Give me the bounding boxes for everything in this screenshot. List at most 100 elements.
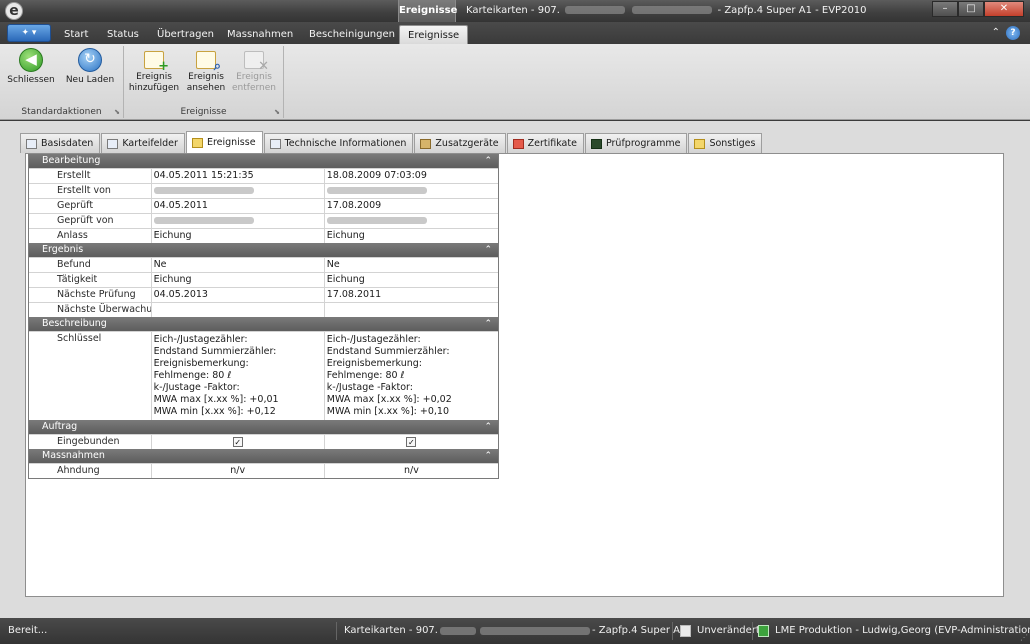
property-value[interactable] [325,184,498,198]
property-value[interactable]: 17.08.2011 [325,288,498,302]
collapse-chevron-icon[interactable]: ⌃ [484,317,492,331]
property-name: Erstellt von [29,184,152,198]
property-value[interactable]: Eichung [325,273,498,287]
ribbon-tab--bertragen[interactable]: Übertragen [149,25,222,44]
button-label: Neu Laden [65,75,115,85]
category-header[interactable]: Massnahmen ⌃ [29,449,498,463]
collapse-chevron-icon[interactable]: ⌃ [484,420,492,434]
redacted-text [326,187,427,194]
category-header[interactable]: Bearbeitung ⌃ [29,154,498,168]
value-line: k-/Justage -Faktor: [153,382,240,393]
property-value[interactable]: Ne [325,258,498,272]
property-name: Nächste Prüfung [29,288,152,302]
tab-zertifikate[interactable]: Zertifikate [506,133,584,153]
group-launcher-icon[interactable]: ⬊ [274,108,280,116]
tab-technische-informationen[interactable]: Technische Informationen [263,133,414,153]
property-value[interactable]: 04.05.2011 15:21:35 [152,169,325,183]
property-value[interactable]: 18.08.2009 07:03:09 [325,169,498,183]
add-event-button[interactable]: + Ereignis hinzufügen [128,48,180,94]
reload-icon: ↻ [78,48,102,72]
ribbon-group-ereignisse: + Ereignis hinzufügen ⌕ Ereignis ansehen… [124,46,284,118]
value-line: MWA max [x.xx %]: +0,01 [153,394,279,405]
tab-sonstiges[interactable]: Sonstiges [688,133,763,153]
category-header[interactable]: Auftrag ⌃ [29,420,498,434]
close-button[interactable]: ✕ [984,1,1024,17]
help-icon[interactable]: ? [1006,26,1020,40]
property-name: Ahndung [29,464,152,478]
collapse-chevron-icon[interactable]: ⌃ [484,154,492,168]
property-value[interactable]: ✓ [325,435,498,449]
status-state: Unverändert [680,618,760,644]
status-record-prefix: Karteikarten - 907. [344,625,438,636]
collapse-chevron-icon[interactable]: ⌃ [484,243,492,257]
value-line: MWA min [x.xx %]: +0,12 [153,406,276,417]
property-value[interactable] [325,214,498,228]
property-name: Tätigkeit [29,273,152,287]
redacted-text [153,217,254,224]
redacted-text [565,6,626,14]
remove-event-button[interactable]: ✕ Ereignis entfernen [230,48,278,94]
tab-label: Technische Informationen [284,138,407,149]
tab-basisdaten[interactable]: Basisdaten [20,133,101,153]
property-row: Tätigkeit Eichung Eichung [29,272,498,287]
window-controls: – □ ✕ [932,1,1024,17]
window-title-prefix: Karteikarten - 907. [466,5,560,16]
checkbox[interactable]: ✓ [232,436,243,447]
property-value[interactable]: 04.05.2013 [152,288,325,302]
property-value[interactable]: 04.05.2011 [152,199,325,213]
property-value[interactable] [152,303,325,317]
ribbon-tab-bescheinigungen[interactable]: Bescheinigungen [301,25,403,44]
group-launcher-icon[interactable]: ⬊ [114,108,120,116]
category-header[interactable]: Beschreibung ⌃ [29,317,498,331]
tab-zusatzgeräte[interactable]: Zusatzgeräte [414,133,506,153]
value-line: Fehlmenge: 80 ℓ [153,370,232,381]
remove-event-icon: ✕ [244,51,269,73]
property-value[interactable]: Eichung [152,273,325,287]
property-value[interactable]: Eich-/Justagezähler: Endstand Summierzähl… [152,332,325,420]
button-label: Schliessen [7,75,55,85]
property-value[interactable]: ✓ [152,435,325,449]
category-label: Beschreibung [42,318,107,329]
app-menu-button[interactable]: ✦ ▾ [7,24,51,42]
property-value[interactable] [152,184,325,198]
ribbon-tab-start[interactable]: Start [56,25,96,44]
tab-ereignisse[interactable]: Ereignisse [185,131,263,153]
close-card-button[interactable]: ◀ Schliessen [6,48,56,86]
property-row: Nächste Überwachung [29,302,498,317]
reload-button[interactable]: ↻ Neu Laden [62,48,118,86]
property-value[interactable]: n/v [152,464,325,478]
collapse-chevron-icon[interactable]: ⌃ [484,449,492,463]
resize-grip-icon[interactable]: ⋰ [1020,633,1028,642]
ribbon-tab-massnahmen[interactable]: Massnahmen [219,25,301,44]
ribbon-minimize-icon[interactable]: ⌃ [992,27,1000,38]
event-property-grid: Bearbeitung ⌃ Erstellt 04.05.2011 15:21:35 1… [28,154,499,479]
ribbon-tab-status[interactable]: Status [99,25,147,44]
property-value[interactable]: Eichung [325,229,498,243]
status-record: Karteikarten - 907. - Zapfp.4 Super A1 [344,618,686,644]
property-value[interactable]: Eichung [152,229,325,243]
property-value[interactable]: Ne [152,258,325,272]
ribbon-tab-ereignisse[interactable]: Ereignisse [399,25,469,44]
property-value[interactable]: 17.08.2009 [325,199,498,213]
checkbox[interactable]: ✓ [406,436,417,447]
misc-icon [694,138,706,149]
category-header[interactable]: Ergebnis ⌃ [29,243,498,257]
ribbon-group-standardaktionen: ◀ Schliessen ↻ Neu Laden Standardaktione… [0,46,124,118]
property-value[interactable] [325,303,498,317]
minimize-button[interactable]: – [932,1,958,17]
status-separator [752,622,753,640]
property-row: Eingebunden ✓ ✓ [29,434,498,449]
status-bar: Bereit... Karteikarten - 907. - Zapfp.4 … [0,618,1030,644]
context-tab-title: Ereignisse [398,0,457,22]
property-row: Geprüft von [29,213,498,228]
property-row: Befund Ne Ne [29,257,498,272]
property-value[interactable]: Eich-/Justagezähler: Endstand Summierzähl… [325,332,498,420]
property-row: Ahndung n/v n/v [29,463,498,478]
property-value[interactable] [152,214,325,228]
ribbon-group-label: Standardaktionen [21,107,102,117]
maximize-button[interactable]: □ [958,1,984,17]
view-event-button[interactable]: ⌕ Ereignis ansehen [182,48,230,94]
tab-prüfprogramme[interactable]: Prüfprogramme [584,133,688,153]
tab-karteifelder[interactable]: Karteifelder [101,133,185,153]
property-value[interactable]: n/v [325,464,498,478]
